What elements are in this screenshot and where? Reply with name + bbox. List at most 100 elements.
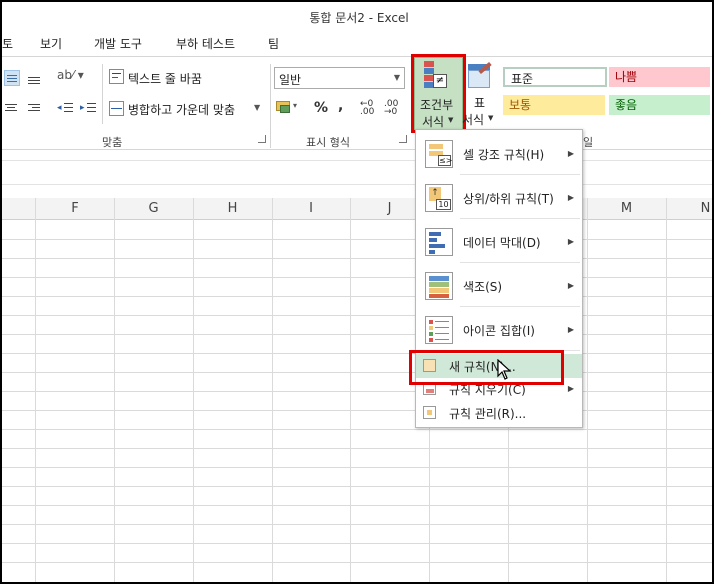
separator <box>270 64 271 148</box>
menu-item-label: 규칙 관리(R)... <box>449 407 527 421</box>
grid-line <box>2 296 712 297</box>
grid-line <box>2 467 712 468</box>
cell-style-neutral-label: 보통 <box>509 98 532 112</box>
formula-bar-top <box>2 160 712 161</box>
menu-item-manage-rules[interactable]: 규칙 관리(R)... <box>416 402 582 424</box>
formula-bar-bottom <box>2 184 712 185</box>
menu-item-label: 상위/하위 규칙(T) <box>463 192 554 206</box>
chevron-right-icon: ▶ <box>567 281 574 290</box>
cell-style-normal[interactable]: 표준 <box>503 67 607 87</box>
grid-line <box>2 410 712 411</box>
chevron-right-icon: ▶ <box>567 237 574 246</box>
menu-item-color-scales[interactable]: 색조(S) ▶ <box>416 268 582 304</box>
menu-item-label: 아이콘 집합(I) <box>463 324 535 338</box>
menu-item-label: 색조(S) <box>463 280 503 294</box>
decrease-decimal-icon[interactable]: .00 →0 <box>384 100 398 117</box>
merge-dropdown-arrow[interactable]: ▼ <box>254 103 260 112</box>
menu-item-data-bars[interactable]: 데이터 막대(D) ▶ <box>416 224 582 260</box>
column-header-h[interactable]: H <box>193 198 272 220</box>
number-group-label: 표시 형식 <box>306 136 350 149</box>
window-title: 통합 문서2 - Excel <box>309 11 409 25</box>
decrease-indent-icon[interactable]: ◂ <box>57 100 73 116</box>
grid-line <box>2 448 712 449</box>
tab-developer[interactable]: 개발 도구 <box>94 35 142 52</box>
menu-separator <box>460 262 580 263</box>
color-scales-icon <box>425 272 453 300</box>
table-format-label-2: 서식 <box>462 113 485 127</box>
chevron-down-icon: ▼ <box>488 114 494 122</box>
cell-style-bad-label: 나쁨 <box>615 70 638 84</box>
align-center-text-button[interactable] <box>4 100 20 116</box>
chevron-right-icon: ▶ <box>567 149 574 158</box>
menu-item-label: 데이터 막대(D) <box>463 236 541 250</box>
styles-group-label: 일 <box>583 136 594 149</box>
column-header-g[interactable]: G <box>114 198 193 220</box>
grid-line <box>2 334 712 335</box>
merge-center-icon <box>109 101 124 116</box>
increase-decimal-icon[interactable]: ←0.00 <box>360 100 374 117</box>
number-format-value: 일반 <box>279 73 302 87</box>
manage-rules-icon <box>423 406 436 419</box>
grid-line <box>2 562 712 563</box>
column-header-f[interactable]: F <box>36 198 114 220</box>
mouse-cursor-icon <box>497 359 512 380</box>
grid-line <box>2 543 712 544</box>
merge-center-button[interactable]: 병합하고 가운데 맞춤 <box>128 101 235 118</box>
format-as-table-icon <box>468 61 492 88</box>
ribbon-top-border <box>2 56 712 57</box>
highlight-box-new-rule <box>409 350 564 385</box>
chevron-right-icon: ▶ <box>567 384 574 393</box>
column-header-m[interactable]: M <box>587 198 666 220</box>
menu-item-highlight-cells-rules[interactable]: ≤> 셀 강조 규칙(H) ▶ <box>416 136 582 172</box>
column-header-n[interactable]: N <box>666 198 712 220</box>
ribbon-bottom-border <box>2 149 712 150</box>
grid-line <box>2 353 712 354</box>
grid-line <box>2 486 712 487</box>
cell-style-neutral[interactable]: 보통 <box>503 95 605 115</box>
chevron-down-icon: ▼ <box>393 73 400 82</box>
align-right-button[interactable] <box>26 100 42 116</box>
grid-line <box>2 239 712 240</box>
table-format-label-1: 표 <box>474 96 486 110</box>
chevron-right-icon: ▶ <box>567 325 574 334</box>
highlight-box-conditional-format <box>411 54 466 133</box>
menu-separator <box>460 218 580 219</box>
increase-indent-icon[interactable]: ▸ <box>80 100 96 116</box>
number-format-select[interactable]: 일반 ▼ <box>274 67 405 89</box>
align-bottom-button[interactable] <box>26 70 42 86</box>
menu-item-top-bottom-rules[interactable]: ↑ 10 상위/하위 규칙(T) ▶ <box>416 180 582 216</box>
tab-view[interactable]: 보기 <box>40 35 62 52</box>
data-bars-icon <box>425 228 453 256</box>
cell-style-good[interactable]: 좋음 <box>609 95 710 115</box>
comma-style-button[interactable]: , <box>338 98 343 114</box>
cell-style-good-label: 좋음 <box>615 98 638 112</box>
column-header-i[interactable]: I <box>272 198 350 220</box>
menu-item-icon-sets[interactable]: 아이콘 집합(I) ▶ <box>416 312 582 348</box>
tab-load-test[interactable]: 부하 테스트 <box>176 35 235 52</box>
excel-window: 통합 문서2 - Excel 토 보기 개발 도구 부하 테스트 팀 ab⁄ ▾… <box>0 0 714 584</box>
highlight-cells-icon: ≤> <box>425 140 453 168</box>
alignment-group-label: 맞춤 <box>102 136 123 149</box>
grid-line <box>2 391 712 392</box>
wrap-text-icon <box>109 69 124 84</box>
icon-sets-icon <box>425 316 453 344</box>
grid-line <box>2 429 712 430</box>
tab-partial[interactable]: 토 <box>2 35 13 52</box>
tab-team[interactable]: 팀 <box>268 35 279 52</box>
grid-line <box>2 505 712 506</box>
top-bottom-icon: ↑ 10 <box>425 184 453 212</box>
align-center-button[interactable] <box>4 70 20 86</box>
alignment-launcher-icon[interactable] <box>258 135 266 143</box>
number-launcher-icon[interactable] <box>399 135 407 143</box>
wrap-text-button[interactable]: 텍스트 줄 바꿈 <box>128 70 202 87</box>
grid-line <box>2 277 712 278</box>
chevron-right-icon: ▶ <box>567 193 574 202</box>
grid-line <box>2 315 712 316</box>
grid-line <box>2 524 712 525</box>
accounting-format-icon[interactable]: ▾ <box>276 99 298 117</box>
format-as-table-button[interactable]: 표 서식 ▼ <box>462 60 498 130</box>
cell-style-bad[interactable]: 나쁨 <box>609 67 710 87</box>
grid-line <box>2 258 712 259</box>
orientation-icon[interactable]: ab⁄ ▾ <box>57 68 85 86</box>
percent-style-button[interactable]: % <box>314 100 328 116</box>
